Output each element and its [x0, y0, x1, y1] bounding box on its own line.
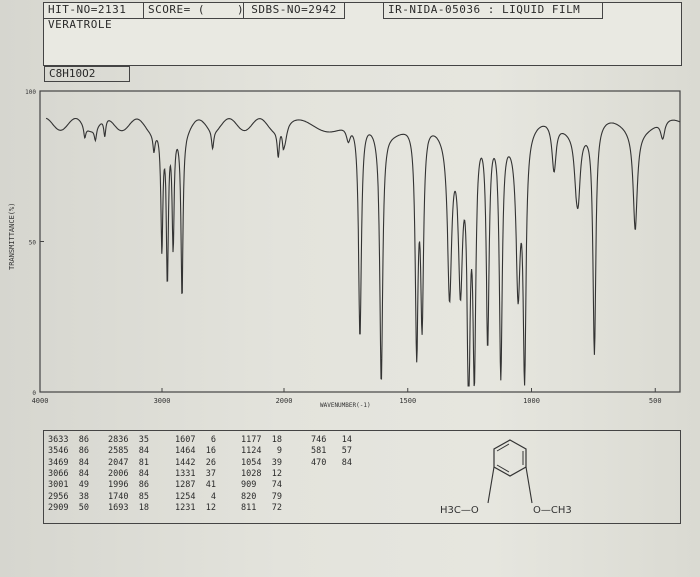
peak-table-cell: 1231 12 [175, 502, 216, 513]
peak-table-cell: 1124 9 [241, 446, 282, 457]
peak-table-cell: 1287 41 [175, 480, 216, 491]
peak-table-cell: 1464 16 [175, 446, 216, 457]
ir-spectrum-chart: 4000 3000 2000 1500 1000 500100500 WAVENUMBER… [8, 89, 681, 409]
peak-table-cell: 2047 81 [108, 457, 149, 468]
peak-table-cell: 1442 26 [175, 457, 216, 468]
peak-table-cell: 2909 50 [48, 502, 89, 513]
peak-table-cell: 909 74 [241, 480, 282, 491]
x-tick-label: 500 [649, 397, 662, 405]
x-tick-label: 2000 [276, 397, 293, 405]
peak-table-cell: 820 79 [241, 491, 282, 502]
y-axis-label: TRANSMITTANCE(%) [8, 203, 16, 270]
peak-table-cell: 2956 38 [48, 491, 89, 502]
y-tick-label: 100 [25, 89, 36, 96]
peak-table-cell: 1177 18 [241, 435, 282, 445]
peak-table-cell: 746 14 [311, 435, 352, 445]
peak-table-cell: 581 57 [311, 446, 352, 457]
peak-table-cell: 2006 84 [108, 468, 149, 479]
peak-table-cell: 3469 84 [48, 457, 89, 468]
y-tick-label: 0 [32, 390, 36, 397]
peak-table-cell: 1028 12 [241, 468, 282, 479]
peak-table-cell: 2836 35 [108, 435, 149, 445]
peak-table-cell: 1054 39 [241, 457, 282, 468]
peak-table-cell: 1607 6 [175, 435, 216, 445]
peak-table-cell: 1331 37 [175, 468, 216, 479]
peak-table-cell: 1996 86 [108, 480, 149, 491]
peak-table-cell: 3633 86 [48, 435, 89, 445]
x-tick-label: 1000 [523, 397, 540, 405]
x-axis-label: WAVENUMBER(-1) [320, 402, 371, 409]
peak-table-cell: 3066 84 [48, 468, 89, 479]
x-tick-label: 3000 [154, 397, 171, 405]
y-tick-label: 50 [29, 240, 37, 247]
spectrum-trace [45, 117, 681, 387]
x-tick-label: 1500 [399, 397, 416, 405]
peak-table-cell: 811 72 [241, 502, 282, 513]
peak-table-cell: 2585 84 [108, 446, 149, 457]
peak-table-cell: 3546 86 [48, 446, 89, 457]
peak-table-cell: 1693 18 [108, 502, 149, 513]
peak-table-cell: 3001 49 [48, 480, 89, 491]
peak-table-cell: 470 84 [311, 457, 352, 468]
peak-table-cell: 1254 4 [175, 491, 216, 502]
peak-table-cell: 1740 85 [108, 491, 149, 502]
plot-frame [39, 90, 681, 393]
axis-ticks: 4000 3000 2000 1500 1000 500100500 [25, 89, 661, 405]
x-tick-label: 4000 [32, 397, 49, 405]
